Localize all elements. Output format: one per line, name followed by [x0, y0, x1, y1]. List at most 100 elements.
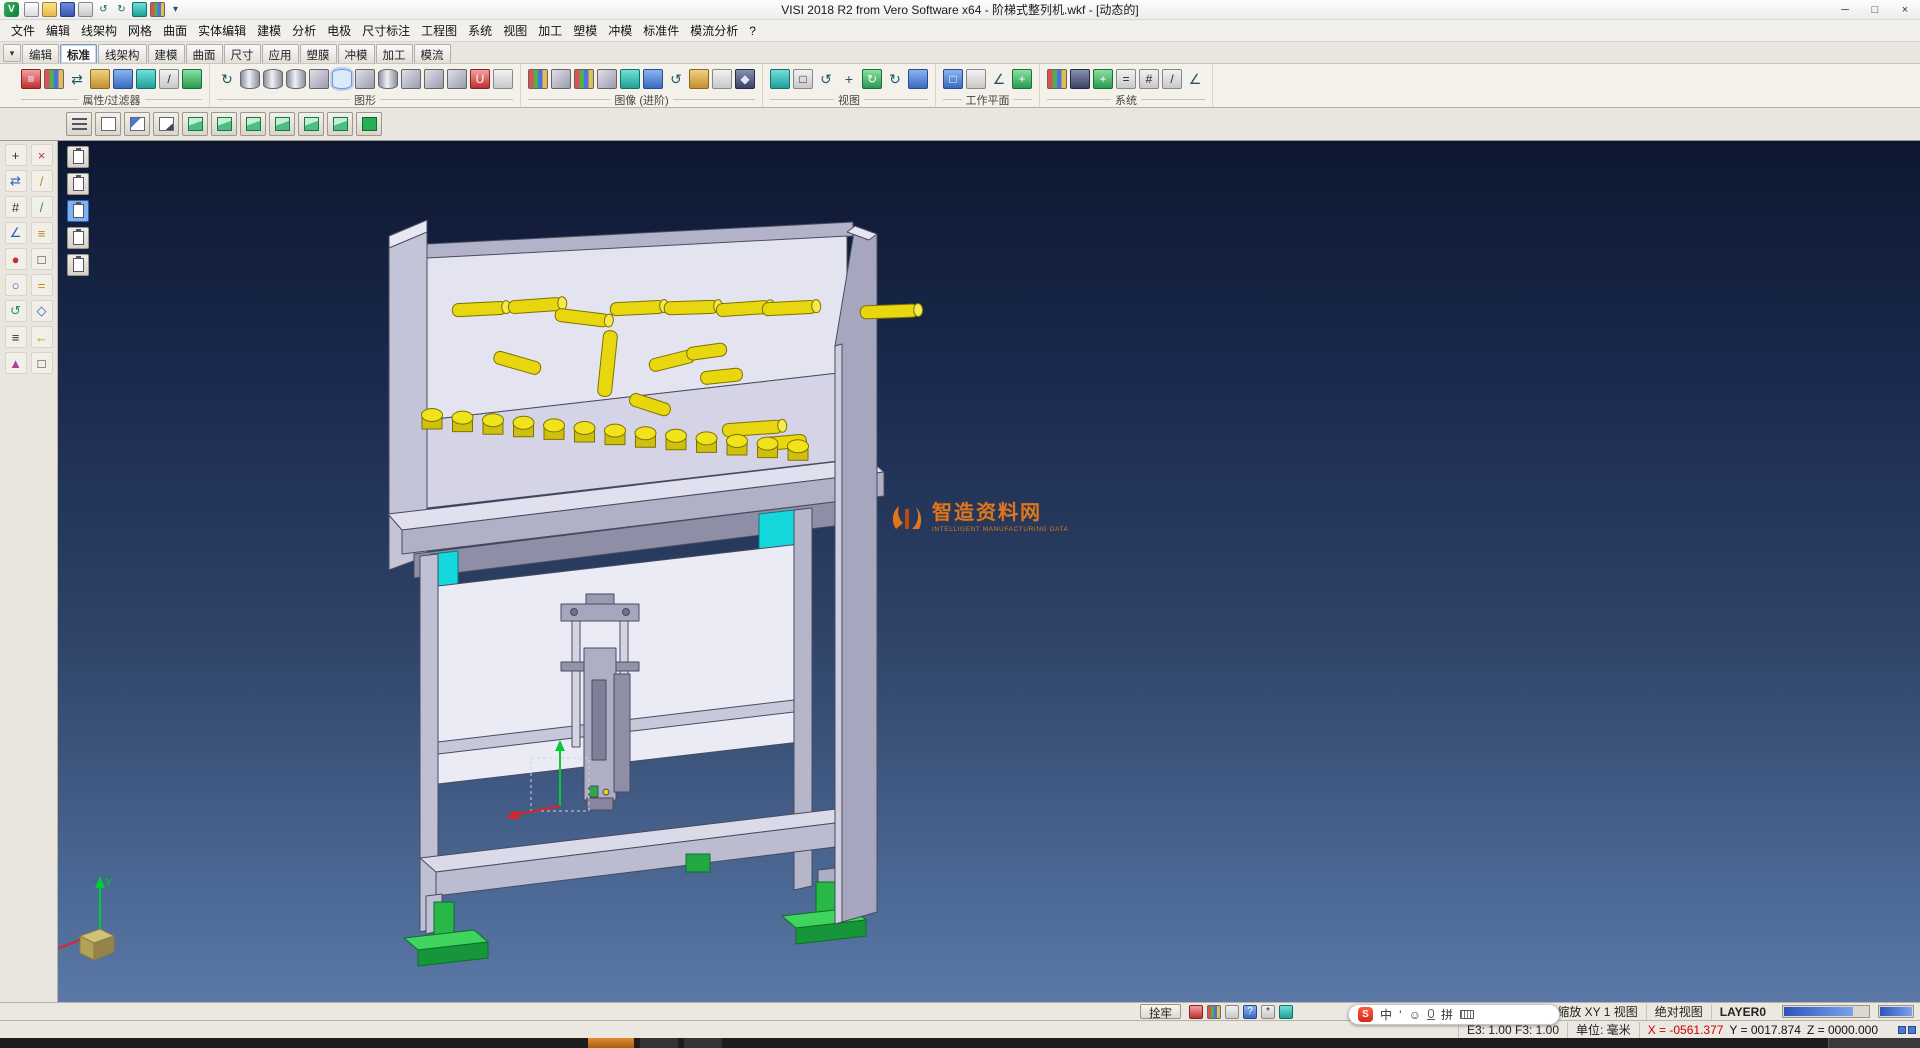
image-capture[interactable] [689, 69, 709, 89]
ime-pinyin-mode[interactable]: 拼 [1441, 1006, 1453, 1023]
system-slope[interactable]: ∠ [1185, 69, 1205, 89]
tab-6[interactable]: 应用 [262, 44, 299, 63]
menu-item-13[interactable]: 加工 [533, 20, 567, 41]
menu-item-17[interactable]: 模流分析 [685, 20, 743, 41]
render-wireframe[interactable] [551, 69, 571, 89]
tab-4[interactable]: 曲面 [186, 44, 223, 63]
gem-render[interactable]: ◆ [735, 69, 755, 89]
sogou-logo-icon[interactable]: S [1358, 1007, 1373, 1022]
measure-tool[interactable]: ∠ [5, 222, 27, 244]
sheet-tool[interactable]: □ [31, 248, 53, 270]
view-manager[interactable] [66, 112, 92, 136]
clipboard-slot-5[interactable] [67, 254, 89, 276]
notebook-tool[interactable]: ≡ [31, 222, 53, 244]
element-filter[interactable] [113, 69, 133, 89]
swap-attributes[interactable]: ⇄ [67, 69, 87, 89]
prism-status[interactable] [1279, 1005, 1293, 1019]
clipboard-tool[interactable]: □ [31, 352, 53, 374]
menu-item-1[interactable]: 编辑 [41, 20, 75, 41]
tab-9[interactable]: 加工 [376, 44, 413, 63]
menu-item-10[interactable]: 工程图 [416, 20, 462, 41]
current-view-name[interactable]: 缩放 XY 1 视图 [1548, 1004, 1645, 1020]
menu-item-8[interactable]: 电极 [322, 20, 356, 41]
menu-item-6[interactable]: 建模 [252, 20, 286, 41]
printer-status[interactable] [1225, 1005, 1239, 1019]
tab-2[interactable]: 线架构 [98, 44, 147, 63]
menu-item-9[interactable]: 尺寸标注 [357, 20, 415, 41]
workplane-rotate[interactable]: ∠ [989, 69, 1009, 89]
view-shaded[interactable] [356, 112, 382, 136]
box-shaded[interactable] [355, 69, 375, 89]
tab-5[interactable]: 尺寸 [224, 44, 261, 63]
view-single[interactable] [95, 112, 121, 136]
tab-7[interactable]: 塑膜 [300, 44, 337, 63]
render-edges[interactable] [597, 69, 617, 89]
minimize-button[interactable]: ─ [1830, 0, 1860, 19]
graphics-settings[interactable] [493, 69, 513, 89]
delete-tool[interactable]: ● [5, 248, 27, 270]
solid-group[interactable] [424, 69, 444, 89]
tab-1[interactable]: 标准 [60, 44, 97, 63]
workplane-xy[interactable]: □ [943, 69, 963, 89]
lighting-settings[interactable] [712, 69, 732, 89]
system-monitor[interactable] [1070, 69, 1090, 89]
clipboard-slot-4[interactable] [67, 227, 89, 249]
view-workplane[interactable] [124, 112, 150, 136]
select-tool[interactable]: + [5, 144, 27, 166]
color-filter[interactable] [44, 69, 64, 89]
menu-item-4[interactable]: 曲面 [158, 20, 192, 41]
tube-primitive[interactable] [378, 69, 398, 89]
view-iso[interactable] [182, 112, 208, 136]
menu-item-0[interactable]: 文件 [6, 20, 40, 41]
menu-item-3[interactable]: 网格 [123, 20, 157, 41]
circle-tool[interactable]: ○ [5, 274, 27, 296]
view-front[interactable] [240, 112, 266, 136]
new-file[interactable] [24, 2, 39, 17]
taskbar-app-2[interactable] [640, 1038, 678, 1048]
open-folder[interactable] [42, 2, 57, 17]
style-pen[interactable]: / [159, 69, 179, 89]
menu-item-2[interactable]: 线架构 [76, 20, 122, 41]
undo-tool[interactable]: ← [31, 326, 53, 348]
taskbar-app-3[interactable] [684, 1038, 722, 1048]
tab-10[interactable]: 模流 [414, 44, 451, 63]
zoom-window[interactable]: □ [793, 69, 813, 89]
view-left[interactable] [327, 112, 353, 136]
maximize-button[interactable]: □ [1860, 0, 1890, 19]
help-status[interactable]: ? [1243, 1005, 1257, 1019]
snap-status[interactable] [1189, 1005, 1203, 1019]
tab-8[interactable]: 冲模 [338, 44, 375, 63]
shaded-mode[interactable] [332, 69, 352, 89]
cylinder-wire[interactable] [240, 69, 260, 89]
pan-view[interactable]: + [839, 69, 859, 89]
cylinder-shaded[interactable] [263, 69, 283, 89]
layer-filter[interactable] [90, 69, 110, 89]
menu-item-14[interactable]: 塑模 [568, 20, 602, 41]
dynamic-rotate[interactable]: ↺ [666, 69, 686, 89]
layer-indicator[interactable]: LAYER0 [1711, 1004, 1774, 1020]
render-shaded[interactable] [528, 69, 548, 89]
settings-status[interactable]: * [1261, 1005, 1275, 1019]
palette-tool[interactable]: ▲ [5, 352, 27, 374]
properties-editor[interactable]: ≡ [21, 69, 41, 89]
menu-item-16[interactable]: 标准件 [638, 20, 684, 41]
close-button[interactable]: × [1890, 0, 1920, 19]
mirror-tool[interactable]: ◇ [31, 300, 53, 322]
view-right[interactable] [298, 112, 324, 136]
system-hatch[interactable]: / [1162, 69, 1182, 89]
redo[interactable]: ↻ [114, 2, 129, 17]
quick-filter[interactable] [136, 69, 156, 89]
system-colors[interactable] [1047, 69, 1067, 89]
menu-item-12[interactable]: 视图 [498, 20, 532, 41]
screen-capture[interactable] [132, 2, 147, 17]
save-file[interactable] [60, 2, 75, 17]
3d-viewport[interactable]: Y X 智造资料网 INTELLIGENT MANUFACTURING DATA [58, 141, 1920, 1002]
single-view[interactable] [908, 69, 928, 89]
solid-stack[interactable] [447, 69, 467, 89]
ruler-tool[interactable]: = [31, 274, 53, 296]
box-primitive[interactable] [309, 69, 329, 89]
menu-item-18[interactable]: ? [744, 22, 761, 40]
cylinder-hidden[interactable] [286, 69, 306, 89]
section-view[interactable] [643, 69, 663, 89]
system-calculator[interactable]: = [1116, 69, 1136, 89]
